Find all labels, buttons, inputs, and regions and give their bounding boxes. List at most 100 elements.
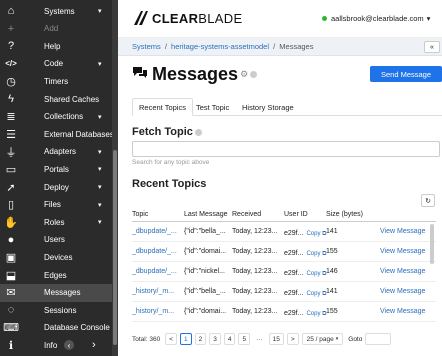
- received-cell: Today, 12:23...: [232, 228, 277, 235]
- copy-button[interactable]: Copy ⧉: [306, 231, 326, 237]
- table-row: _dbupdate/_... {"id":"bella_... Today, 12:…: [132, 222, 436, 242]
- size-cell-text: 141: [326, 228, 338, 235]
- sessions-icon: ◌: [7, 304, 15, 317]
- column-header-size[interactable]: Size (bytes): [326, 211, 363, 218]
- received-cell: Today, 12:23...: [232, 308, 277, 315]
- rocket-icon: ➚: [6, 181, 16, 194]
- sidebar-item-code[interactable]: </> Code ▾: [0, 55, 118, 73]
- sidebar-item-collections[interactable]: ≣ Collections ▾: [0, 108, 118, 126]
- tab-recent-topics[interactable]: Recent Topics: [132, 98, 193, 116]
- logo-text: CLEARBLADE: [152, 11, 242, 26]
- page-button[interactable]: 2: [194, 333, 207, 345]
- info-icon[interactable]: [250, 71, 258, 78]
- view-message-link[interactable]: View Message: [380, 228, 425, 235]
- topic-cell[interactable]: _history/_m...: [132, 288, 174, 295]
- sidebar-item-adapters[interactable]: ⏚ Adapters ▾: [0, 143, 118, 161]
- breadcrumb-system[interactable]: heritage-systems-assetmodel: [171, 42, 269, 51]
- info-icon: ℹ: [8, 339, 14, 352]
- sidebar-item-info[interactable]: ℹ Info ‹ ›: [0, 336, 118, 354]
- monitor-icon: ▭: [5, 163, 17, 176]
- breadcrumb-systems[interactable]: Systems: [132, 42, 161, 51]
- size-cell-text: 141: [326, 288, 338, 295]
- sidebar-scrollbar-thumb[interactable]: [113, 150, 117, 345]
- page-button[interactable]: 4: [223, 333, 236, 345]
- received-cell-text: Today, 12:23...: [232, 228, 278, 235]
- collapse-button[interactable]: «: [424, 41, 440, 53]
- breadcrumb-bar: Systems / heritage-systems-assetmodel / …: [118, 38, 442, 56]
- page-button[interactable]: 3: [209, 333, 221, 345]
- sidebar-item-shared-caches[interactable]: ϟ Shared Caches: [0, 90, 118, 108]
- page-button[interactable]: 1: [179, 333, 192, 345]
- sidebar-item-edges[interactable]: ⬓ Edges: [0, 266, 118, 284]
- expand-sidebar-icon[interactable]: ›: [92, 339, 96, 351]
- view-message-link[interactable]: View Message: [380, 268, 425, 275]
- sidebar-item-label: Database Console: [44, 323, 110, 333]
- sidebar-item-label: Devices: [44, 252, 73, 262]
- online-status-icon: [322, 16, 327, 21]
- prev-page-button[interactable]: <: [165, 333, 177, 345]
- sidebar-item-portals[interactable]: ▭ Portals ▾: [0, 160, 118, 178]
- sidebar-item-deploy[interactable]: ➚ Deploy ▾: [0, 178, 118, 196]
- size-cell: 146: [326, 268, 338, 275]
- page-list: 1 2 3 4 5 ··· 15: [179, 333, 287, 345]
- copy-button[interactable]: Copy ⧉: [306, 291, 326, 297]
- topic-cell[interactable]: _dbupdate/_...: [132, 248, 177, 255]
- table-scrollbar[interactable]: [430, 224, 434, 264]
- gear-icon[interactable]: ⚙: [240, 69, 248, 80]
- sidebar-item-users[interactable]: ● Users: [0, 231, 118, 249]
- refresh-button[interactable]: ↻: [421, 194, 435, 207]
- sidebar-item-external-databases[interactable]: ☰ External Databases: [0, 125, 118, 143]
- recent-topics-table: Topic Last Message Received User ID Size…: [132, 208, 436, 322]
- sidebar-item-systems[interactable]: ⌂ Systems ▾: [0, 2, 118, 20]
- total-count: Total: 360: [132, 335, 161, 343]
- user-menu[interactable]: aallsbrook@clearblade.com ▾: [322, 14, 430, 23]
- last-message-cell: {"id":"bella_...: [184, 228, 226, 235]
- topic-cell-text: _dbupdate/_...: [132, 248, 177, 255]
- breadcrumb-current: Messages: [279, 42, 314, 51]
- sidebar-item-label: Shared Caches: [44, 94, 100, 104]
- next-page-button[interactable]: >: [286, 333, 299, 345]
- clearblade-logo[interactable]: CLEARBLADE: [132, 10, 242, 26]
- sidebar-item-files[interactable]: ▯ Files ▾: [0, 196, 118, 214]
- column-header-topic[interactable]: Topic: [132, 211, 148, 218]
- info-icon[interactable]: [194, 128, 202, 136]
- table-row: _history/_m... {"id":"bella_... Today, 12:…: [132, 282, 436, 302]
- tab-test-topic[interactable]: Test Topic: [190, 98, 235, 116]
- sidebar-item-roles[interactable]: ✋ Roles ▾: [0, 213, 118, 231]
- sidebar-item-messages[interactable]: ✉ Messages: [0, 283, 118, 302]
- sidebar-item-database-console[interactable]: ⌨ Database Console: [0, 319, 118, 337]
- column-header-last-message[interactable]: Last Message: [184, 211, 228, 218]
- sidebar-item-label: Files: [44, 200, 61, 210]
- collapse-sidebar-icon[interactable]: ‹: [64, 340, 74, 351]
- topic-cell[interactable]: _dbupdate/_...: [132, 228, 177, 235]
- sidebar-item-timers[interactable]: ◷ Timers: [0, 72, 118, 90]
- copy-button[interactable]: Copy ⧉: [306, 251, 326, 257]
- view-message-link[interactable]: View Message: [380, 248, 425, 255]
- page-button[interactable]: 15: [268, 333, 284, 345]
- fetch-topic-input[interactable]: [132, 141, 440, 157]
- column-header-user-id[interactable]: User ID: [284, 211, 308, 218]
- page-ellipsis[interactable]: ···: [253, 333, 266, 345]
- topic-cell[interactable]: _dbupdate/_...: [132, 268, 177, 275]
- sidebar-item-devices[interactable]: ▣ Devices: [0, 248, 118, 266]
- sidebar-item-sessions[interactable]: ◌ Sessions: [0, 301, 118, 319]
- last-message-cell: {"id":"bella_...: [184, 288, 226, 295]
- file-icon: ▯: [7, 199, 15, 212]
- column-header-received[interactable]: Received: [232, 211, 261, 218]
- copy-button[interactable]: Copy ⧉: [306, 311, 326, 317]
- user-id-cell: e29f... Copy ⧉: [284, 290, 326, 298]
- page-button[interactable]: 5: [238, 333, 251, 345]
- tab-history-storage[interactable]: History Storage: [236, 98, 300, 116]
- page-size-select[interactable]: 25 / page ▾: [301, 333, 344, 345]
- view-message-link-text: View Message: [380, 228, 426, 235]
- copy-button[interactable]: Copy ⧉: [306, 271, 326, 277]
- view-message-link[interactable]: View Message: [380, 288, 425, 295]
- goto-page-input[interactable]: [365, 333, 392, 345]
- view-message-link[interactable]: View Message: [380, 308, 425, 315]
- sidebar-item-help[interactable]: ? Help: [0, 37, 118, 55]
- send-message-button[interactable]: Send Message: [370, 66, 442, 82]
- sidebar: ⌂ Systems ▾ + Add? Help </> Code ▾ ◷ Timers ϟ Shared…: [0, 0, 118, 356]
- topic-cell[interactable]: _history/_m...: [132, 308, 174, 315]
- sidebar-item-add[interactable]: + Add: [0, 20, 118, 38]
- last-message-cell-text: {"id":"nickel...: [184, 268, 225, 275]
